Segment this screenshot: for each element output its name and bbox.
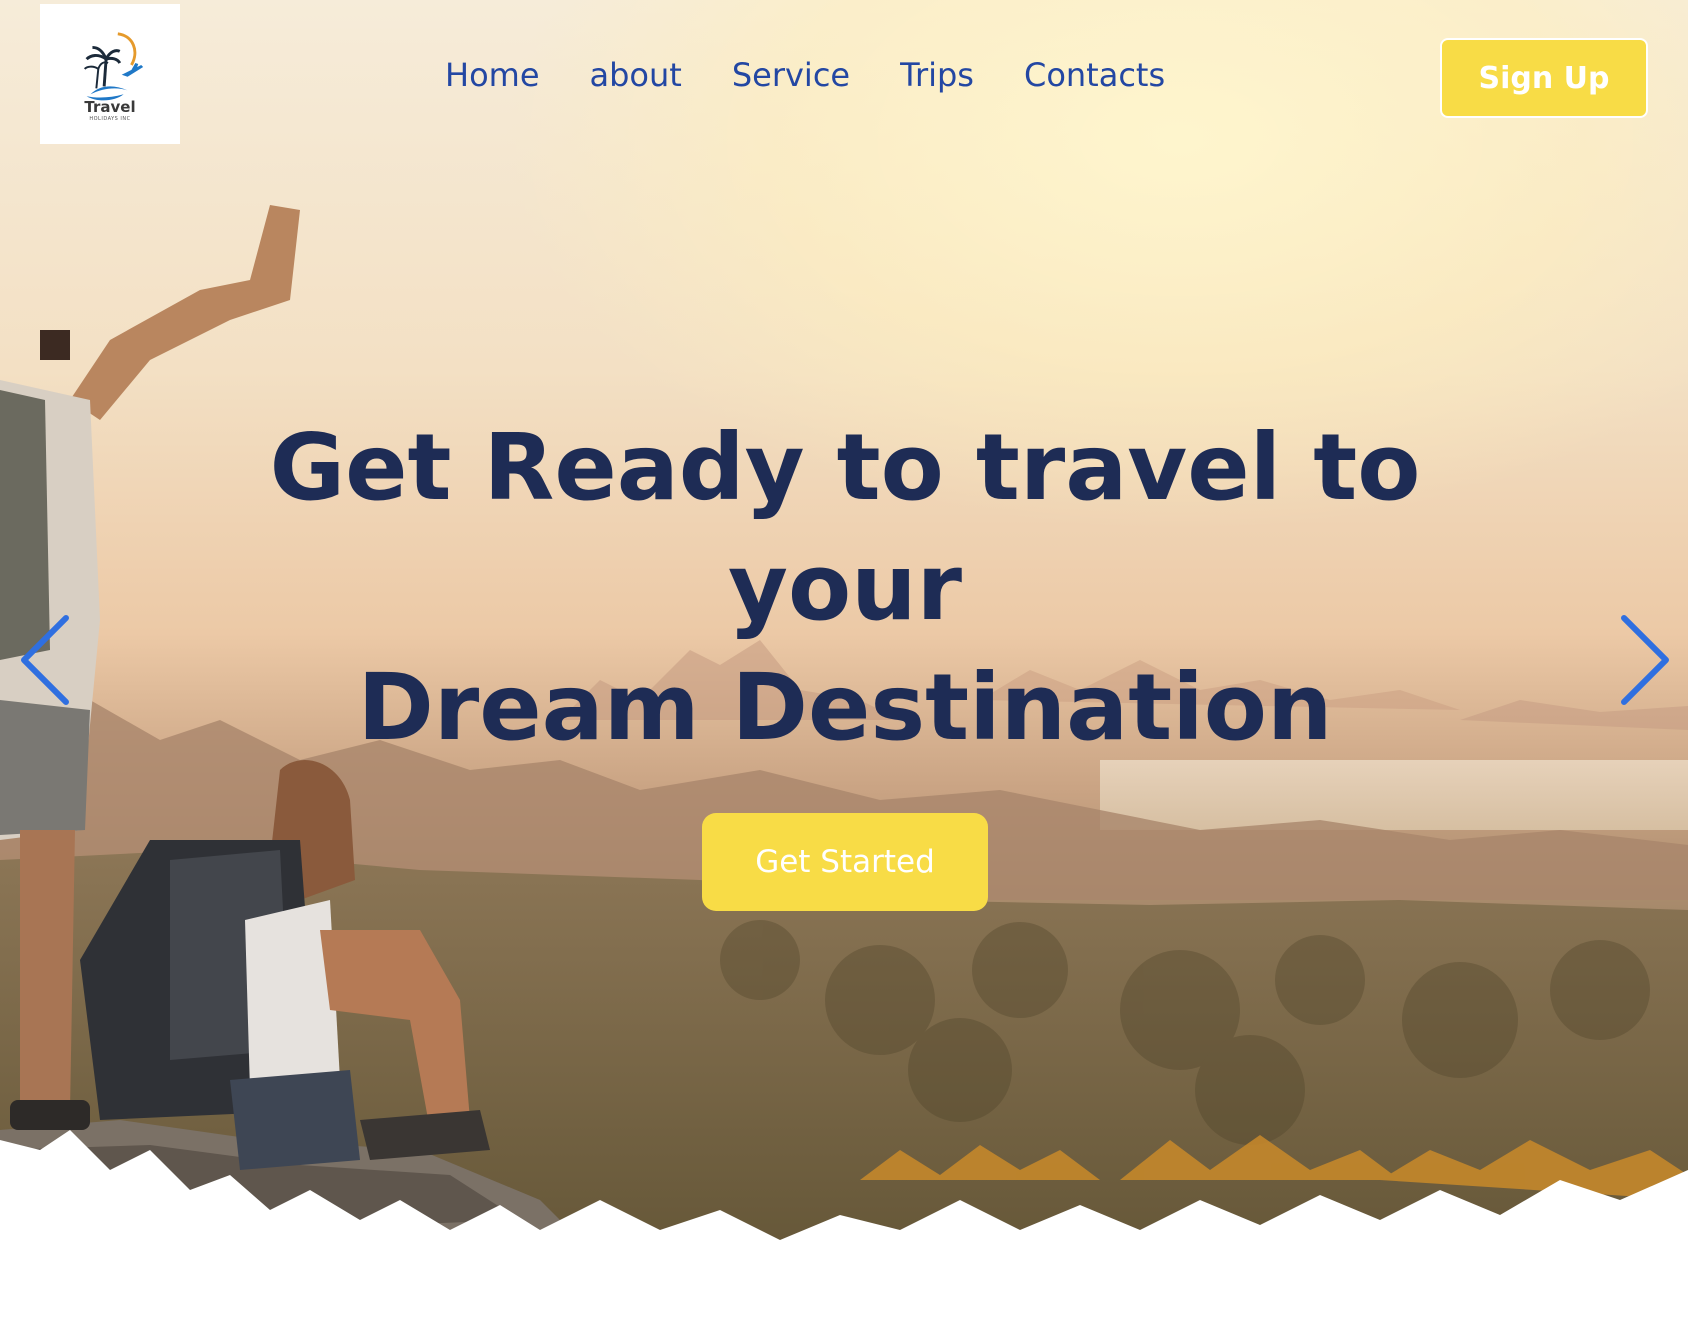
nav-about-link[interactable]: about: [590, 56, 682, 94]
slider-prev-button[interactable]: [16, 612, 76, 708]
main-nav: Home about Service Trips Contacts: [445, 56, 1165, 94]
slider-next-button[interactable]: [1614, 612, 1674, 708]
brand-logo[interactable]: Travel HOLIDAYS INC: [40, 4, 180, 144]
hero-headline-line-1: Get Ready to travel to: [269, 414, 1421, 521]
logo-wordmark: Travel: [84, 98, 136, 116]
hero-headline-line-3: Dream Destination: [357, 654, 1333, 761]
hero-headline-line-2: your: [727, 534, 963, 641]
chevron-right-icon: [1621, 615, 1669, 705]
torn-paper-edge: [0, 1130, 1688, 1320]
logo-tagline: HOLIDAYS INC: [89, 116, 131, 122]
nav-home-link[interactable]: Home: [445, 56, 540, 94]
get-started-button[interactable]: Get Started: [702, 813, 988, 911]
nav-trips-link[interactable]: Trips: [900, 56, 974, 94]
nav-service-link[interactable]: Service: [732, 56, 850, 94]
hero-headline: Get Ready to travel to your Dream Destin…: [230, 408, 1460, 768]
palm-tree-plane-icon: [83, 32, 144, 101]
chevron-left-icon: [21, 615, 69, 705]
sign-up-button[interactable]: Sign Up: [1440, 38, 1648, 118]
nav-contacts-link[interactable]: Contacts: [1024, 56, 1165, 94]
